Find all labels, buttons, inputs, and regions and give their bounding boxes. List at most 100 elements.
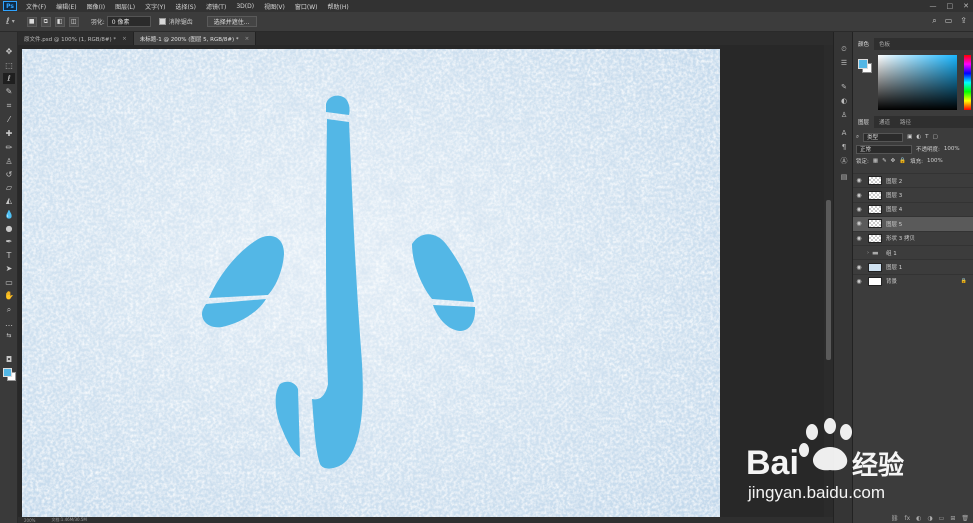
lasso-tool-icon[interactable]: ℓ (3, 73, 15, 84)
paragraph-panel-icon[interactable]: ¶ (839, 142, 849, 152)
character-panel-icon[interactable]: A (839, 128, 849, 138)
move-tool-icon[interactable]: ✥ (3, 46, 15, 57)
layer-style-icon[interactable]: fx (905, 515, 911, 522)
color-picker-field[interactable] (878, 55, 957, 110)
tab-document-2[interactable]: 未标题-1 @ 200% (图层 5, RGB/8#) * × (133, 32, 257, 45)
filter-adjust-icon[interactable]: ◐ (916, 134, 921, 140)
swap-colors-icon[interactable]: ⇆ (3, 330, 15, 341)
menu-file[interactable]: 文件(F) (21, 2, 51, 11)
chevron-down-icon[interactable]: ▾ (12, 18, 15, 25)
tab-layers[interactable]: 图层 (853, 116, 875, 128)
history-icon[interactable]: ⏲ (839, 44, 849, 54)
lock-move-icon[interactable]: ✥ (891, 158, 896, 164)
properties-icon[interactable]: ☰ (839, 58, 849, 68)
close-tab-icon[interactable]: × (122, 36, 127, 42)
hue-slider[interactable] (964, 55, 971, 110)
minimize-icon[interactable]: — (930, 2, 937, 10)
layer-group-row[interactable]: › ▬ 组 1 (853, 244, 973, 259)
workspace-icon[interactable]: ▭ (945, 16, 953, 26)
scrollbar-thumb[interactable] (826, 200, 831, 360)
layer-row[interactable]: ◉ 图层 4 (853, 201, 973, 216)
layer-row[interactable]: ◉ 图层 3 (853, 187, 973, 201)
gradient-tool-icon[interactable]: ◭ (3, 195, 15, 206)
tab-color[interactable]: 颜色 (853, 38, 875, 50)
path-selection-tool-icon[interactable]: ➤ (3, 263, 15, 274)
quick-mask-icon[interactable]: ◘ (3, 354, 15, 365)
visibility-eye-icon[interactable]: ◉ (853, 264, 865, 271)
close-icon[interactable]: ✕ (963, 2, 969, 10)
healing-brush-tool-icon[interactable]: ✚ (3, 128, 15, 139)
crop-tool-icon[interactable]: ⌗ (3, 100, 15, 111)
pen-tool-icon[interactable]: ✒ (3, 236, 15, 247)
blend-mode-select[interactable]: 正常 (856, 144, 912, 154)
filter-pixel-icon[interactable]: ▣ (907, 134, 912, 140)
filter-type-icon[interactable]: T (925, 134, 928, 140)
filter-shape-icon[interactable]: ▢ (932, 134, 937, 140)
layer-row[interactable]: ◉ 图层 2 (853, 173, 973, 187)
lock-paint-icon[interactable]: ✎ (882, 158, 887, 164)
menu-filter[interactable]: 滤镜(T) (201, 2, 231, 11)
zoom-level[interactable]: 200% (24, 518, 35, 523)
menu-type[interactable]: 文字(Y) (140, 2, 170, 11)
layer-filter-select[interactable]: 类型 (863, 132, 904, 142)
lock-transparency-icon[interactable]: ▦ (873, 158, 878, 164)
opacity-value[interactable]: 100% (944, 146, 960, 152)
visibility-eye-icon[interactable]: ◉ (853, 235, 865, 242)
add-selection-icon[interactable]: ⧉ (40, 16, 51, 27)
hand-tool-icon[interactable]: ✋ (3, 290, 15, 301)
tab-document-1[interactable]: 原文件.psd @ 100% (1, RGB/8#) * × (18, 32, 134, 45)
clone-source-icon[interactable]: ♙ (839, 110, 849, 120)
blur-tool-icon[interactable]: 💧 (3, 209, 15, 220)
glyphs-icon[interactable]: Ⓐ (839, 156, 849, 166)
antialias-checkbox[interactable] (158, 18, 166, 25)
new-group-icon[interactable]: ▭ (939, 515, 945, 522)
menu-layer[interactable]: 图层(L) (110, 2, 140, 11)
chevron-right-icon[interactable]: › (867, 250, 869, 256)
trash-icon[interactable]: 🗑 (961, 515, 969, 522)
menu-edit[interactable]: 编辑(E) (51, 2, 81, 11)
tab-channels[interactable]: 通道 (874, 116, 895, 128)
visibility-eye-icon[interactable]: ◉ (853, 220, 865, 227)
tab-swatches[interactable]: 色板 (874, 38, 895, 50)
brush-tool-icon[interactable]: ✏ (3, 142, 15, 153)
libraries-icon[interactable]: ▤ (839, 172, 849, 182)
visibility-eye-icon[interactable]: ◉ (853, 192, 865, 199)
foreground-color-swatch[interactable] (3, 368, 12, 377)
maximize-icon[interactable]: □ (947, 2, 954, 10)
layer-row[interactable]: ◉ 背景 🔒 (853, 273, 973, 288)
menu-3d[interactable]: 3D(D) (231, 3, 259, 10)
rectangle-tool-icon[interactable]: ▭ (3, 277, 15, 288)
link-layers-icon[interactable]: ⛓ (891, 515, 899, 522)
color-foreground-swatch[interactable] (858, 59, 868, 69)
menu-window[interactable]: 窗口(W) (290, 2, 323, 11)
lock-all-icon[interactable]: 🔒 (899, 158, 906, 164)
quick-select-tool-icon[interactable]: ✎ (3, 86, 15, 97)
menu-view[interactable]: 视图(V) (259, 2, 290, 11)
new-layer-icon[interactable]: ⊞ (950, 515, 955, 522)
tab-paths[interactable]: 路径 (895, 116, 916, 128)
layer-row[interactable]: ◉ 形状 3 拷贝 (853, 230, 973, 245)
history-brush-tool-icon[interactable]: ↺ (3, 169, 15, 180)
dodge-tool-icon[interactable]: ● (3, 223, 15, 234)
brush-settings-icon[interactable]: ✎ (839, 82, 849, 92)
eraser-tool-icon[interactable]: ▱ (3, 182, 15, 193)
search-icon[interactable]: ⌕ (932, 16, 936, 26)
layer-row[interactable]: ◉ 图层 1 (853, 259, 973, 273)
marquee-tool-icon[interactable]: ⬚ (3, 60, 15, 71)
share-icon[interactable]: ⇪ (960, 16, 967, 26)
visibility-eye-icon[interactable]: ◉ (853, 278, 865, 285)
close-tab-icon[interactable]: × (245, 36, 250, 42)
fill-value[interactable]: 100% (927, 158, 943, 164)
add-mask-icon[interactable]: ◐ (916, 515, 921, 522)
adjustments-icon[interactable]: ◐ (839, 96, 849, 106)
layer-row-selected[interactable]: ◉ 图层 5 (853, 216, 973, 231)
select-and-mask-button[interactable]: 选择并遮住... (206, 16, 257, 27)
subtract-selection-icon[interactable]: ◧ (54, 16, 65, 27)
type-tool-icon[interactable]: T (3, 250, 15, 261)
intersect-selection-icon[interactable]: ◫ (68, 16, 79, 27)
menu-image[interactable]: 图像(I) (82, 2, 110, 11)
clone-stamp-tool-icon[interactable]: ♙ (3, 156, 15, 167)
eyedropper-tool-icon[interactable]: ⁄ (3, 114, 15, 125)
adjustment-layer-icon[interactable]: ◑ (927, 515, 932, 522)
zoom-tool-icon[interactable]: ⌕ (3, 304, 15, 315)
